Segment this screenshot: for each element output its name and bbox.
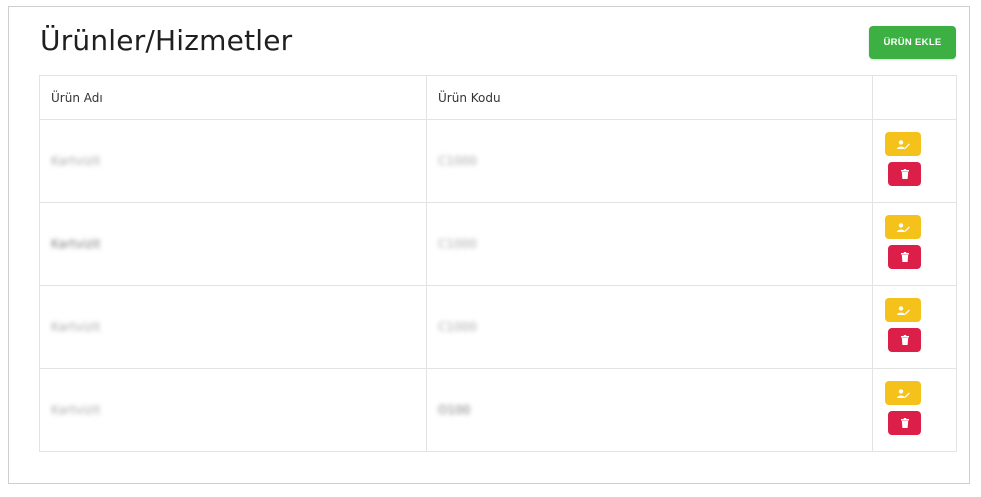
trash-icon (900, 252, 909, 262)
product-name: Kartvizit (51, 403, 101, 417)
product-name: Kartvizit (51, 237, 101, 251)
table-row: Kartvizit C1000 (39, 119, 957, 203)
actions-cell (872, 119, 957, 203)
user-edit-icon (896, 388, 910, 398)
user-edit-icon (896, 222, 910, 232)
table-header-row: Ürün Adı Ürün Kodu (39, 75, 957, 120)
product-code-cell: C1000 (426, 285, 873, 369)
product-code: O100 (438, 403, 471, 417)
column-header-product-code: Ürün Kodu (426, 75, 873, 120)
product-code-cell: O100 (426, 368, 873, 452)
table-row: Kartvizit C1000 (39, 202, 957, 286)
page-title: Ürünler/Hizmetler (40, 24, 293, 57)
product-name-cell: Kartvizit (39, 119, 427, 203)
table-row: Kartvizit O100 (39, 368, 957, 452)
product-code-cell: C1000 (426, 119, 873, 203)
edit-button[interactable] (885, 298, 921, 322)
trash-icon (900, 335, 909, 345)
table-row: Kartvizit C1000 (39, 285, 957, 369)
actions-cell (872, 368, 957, 452)
user-edit-icon (896, 139, 910, 149)
delete-button[interactable] (888, 328, 921, 352)
trash-icon (900, 418, 909, 428)
edit-button[interactable] (885, 215, 921, 239)
column-header-product-name: Ürün Adı (39, 75, 427, 120)
product-code: C1000 (438, 154, 477, 168)
actions-cell (872, 202, 957, 286)
column-header-actions (872, 75, 957, 120)
product-name-cell: Kartvizit (39, 285, 427, 369)
user-edit-icon (896, 305, 910, 315)
product-name-cell: Kartvizit (39, 202, 427, 286)
delete-button[interactable] (888, 245, 921, 269)
edit-button[interactable] (885, 381, 921, 405)
edit-button[interactable] (885, 132, 921, 156)
product-code-cell: C1000 (426, 202, 873, 286)
actions-cell (872, 285, 957, 369)
product-name: Kartvizit (51, 320, 101, 334)
product-code: C1000 (438, 237, 477, 251)
product-name-cell: Kartvizit (39, 368, 427, 452)
add-product-button[interactable]: ÜRÜN EKLE (869, 26, 956, 59)
delete-button[interactable] (888, 162, 921, 186)
delete-button[interactable] (888, 411, 921, 435)
product-name: Kartvizit (51, 154, 101, 168)
product-code: C1000 (438, 320, 477, 334)
trash-icon (900, 169, 909, 179)
products-card: Ürünler/Hizmetler ÜRÜN EKLE Ürün Adı Ürü… (8, 6, 970, 484)
products-table: Ürün Adı Ürün Kodu Kartvizit C1000 Kartv… (39, 75, 957, 452)
